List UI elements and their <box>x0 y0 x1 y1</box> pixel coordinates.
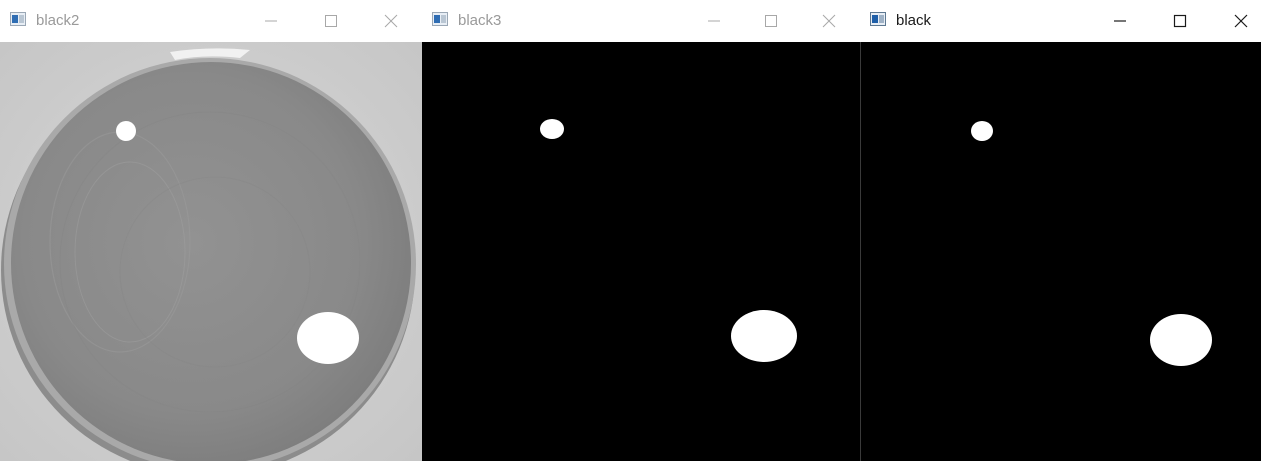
image-canvas <box>422 42 860 461</box>
image-window-icon <box>10 12 26 26</box>
minimize-icon[interactable] <box>1107 8 1133 34</box>
window-divider <box>860 42 861 461</box>
window-black3[interactable]: black3 <box>422 0 860 461</box>
close-icon[interactable] <box>816 8 842 34</box>
small-spot <box>116 121 136 141</box>
title-bar[interactable]: black2 <box>0 0 422 42</box>
disc-image <box>0 42 422 461</box>
mask-image <box>860 42 1261 461</box>
window-black[interactable]: black <box>860 0 1261 461</box>
window-title: black3 <box>458 12 502 29</box>
minimize-icon[interactable] <box>701 8 727 34</box>
maximize-icon[interactable] <box>1167 8 1193 34</box>
window-black2[interactable]: black2 <box>0 0 422 461</box>
large-spot <box>1150 314 1212 366</box>
image-window-icon <box>432 12 448 26</box>
title-bar[interactable]: black <box>860 0 1261 42</box>
minimize-icon[interactable] <box>258 8 284 34</box>
image-window-icon <box>870 12 886 26</box>
close-icon[interactable] <box>1228 8 1254 34</box>
window-title: black <box>896 12 932 29</box>
window-title: black2 <box>36 12 80 29</box>
small-spot <box>540 119 564 139</box>
image-canvas <box>0 42 422 461</box>
image-canvas <box>860 42 1261 461</box>
small-spot <box>971 121 993 141</box>
large-spot <box>297 312 359 364</box>
close-icon[interactable] <box>378 8 404 34</box>
title-bar[interactable]: black3 <box>422 0 860 42</box>
large-spot <box>731 310 797 362</box>
maximize-icon[interactable] <box>758 8 784 34</box>
mask-image <box>422 42 860 461</box>
maximize-icon[interactable] <box>318 8 344 34</box>
